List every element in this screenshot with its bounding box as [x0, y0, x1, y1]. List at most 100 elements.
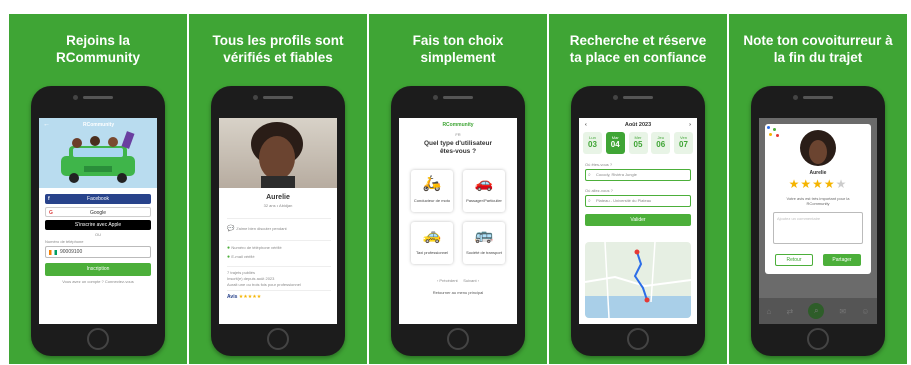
- rating-screen-overlay: Aurelie ★★★★★ Votre avis est très import…: [759, 118, 877, 324]
- search-icon: ⌕: [588, 198, 591, 204]
- home-nav-icon: ⌂: [766, 306, 772, 316]
- driver-name: Aurelie: [809, 170, 827, 176]
- panel-title: Rejoins la RCommunity: [56, 33, 140, 65]
- apple-signup-button[interactable]: S'inscrire avec Apple: [45, 220, 151, 230]
- profile-photo: [219, 118, 337, 188]
- signup-screen: ← RCommunity f Facebook G Google S'inscr…: [39, 118, 157, 324]
- back-button[interactable]: Retour: [775, 254, 813, 266]
- to-input[interactable]: ⌕ Plateau - Université du Plateau: [585, 195, 691, 207]
- star-rating-icon: ★★★★★: [238, 294, 262, 300]
- option-taxi[interactable]: 🚕 Taxi professionnel: [411, 222, 453, 264]
- panel-title: Recherche et réserve ta place en confian…: [569, 33, 707, 65]
- day-item[interactable]: Mer 05: [628, 132, 648, 154]
- profile-portrait: [251, 122, 303, 188]
- panel-user-type: Fais ton choix simplement RCommunity FR …: [369, 14, 547, 364]
- panel-search: Recherche et réserve ta place en confian…: [549, 14, 727, 364]
- panel-title: Note ton covoiturreur à la fin du trajet: [743, 33, 893, 65]
- home-button: [807, 328, 829, 350]
- star-icon[interactable]: ★: [824, 177, 836, 191]
- star-icon[interactable]: ★: [789, 177, 801, 191]
- google-icon: G: [49, 210, 53, 216]
- chat-icon: 💬: [227, 226, 235, 232]
- star-rating-input[interactable]: ★★★★★: [765, 177, 871, 191]
- phone-label: Numéro de téléphone: [45, 239, 84, 244]
- speaker-grille: [83, 96, 113, 99]
- search-screen: ‹ Août 2023 › Lun 03 Mar 04 Mer 05 Jeu 06 Ve…: [579, 118, 697, 324]
- next-button[interactable]: Suivant ›: [463, 278, 479, 283]
- phone-mockup: ‹ Août 2023 › Lun 03 Mar 04 Mer 05 Jeu 06 Ve…: [571, 86, 705, 356]
- back-to-menu-link[interactable]: Retourner au menu principal: [399, 290, 517, 295]
- chevron-right-icon[interactable]: ›: [689, 122, 691, 128]
- star-icon[interactable]: ★: [836, 177, 848, 191]
- home-button: [447, 328, 469, 350]
- inscription-button[interactable]: Inscription: [45, 263, 151, 276]
- speaker-grille: [443, 96, 473, 99]
- camera-dot: [433, 95, 438, 100]
- phone-mockup: RCommunity FR Quel type d'utilisateur êt…: [391, 86, 525, 356]
- option-passenger[interactable]: 🚗 Passager/Particulier: [463, 170, 505, 212]
- comment-textarea[interactable]: Ajoutez un commentaire: [773, 212, 863, 244]
- google-signup-button[interactable]: G Google: [45, 207, 151, 217]
- star-icon[interactable]: ★: [800, 177, 812, 191]
- from-label: Où êtes-vous ?: [585, 162, 613, 167]
- car-icon: 🚗: [474, 175, 494, 192]
- panel-signup: Rejoins la RCommunity ← RCommunity f Fac…: [9, 14, 187, 364]
- day-item[interactable]: Lun 03: [583, 132, 602, 154]
- search-icon: ⌕: [588, 172, 591, 178]
- profile-subtitle: 32 ans • Abidjan: [263, 203, 293, 208]
- verification-list: ● Numéro de téléphone vérifié ● E-mail v…: [227, 240, 331, 260]
- rating-row[interactable]: Avis ★★★★★: [227, 290, 331, 300]
- login-link[interactable]: Vous avez un compte ? Connectez-vous: [45, 279, 151, 284]
- option-moto[interactable]: 🛵 Conducteur de moto: [411, 170, 453, 212]
- profile-name: Aurelie: [266, 194, 290, 201]
- from-input[interactable]: ⌕ Cocody, Riviéra Jungle: [585, 169, 691, 181]
- confetti-dots: [767, 126, 781, 140]
- camera-dot: [73, 95, 78, 100]
- day-item-selected[interactable]: Mar 04: [605, 132, 625, 154]
- user-type-question: Quel type d'utilisateur êtes-vous ?: [423, 140, 492, 155]
- month-header: ‹ Août 2023 ›: [585, 122, 691, 128]
- phone-mockup: Aurelie ★★★★★ Votre avis est très import…: [751, 86, 885, 356]
- phone-input[interactable]: 90009100: [45, 246, 151, 258]
- home-button: [87, 328, 109, 350]
- facebook-signup-button[interactable]: f Facebook: [45, 194, 151, 204]
- car-illustration: [61, 131, 135, 183]
- speaker-grille: [803, 96, 833, 99]
- speaker-grille: [263, 96, 293, 99]
- camera-dot: [793, 95, 798, 100]
- bus-icon: 🚌: [474, 227, 494, 244]
- previous-button[interactable]: ‹ Précédent: [437, 278, 458, 283]
- route-map[interactable]: [585, 242, 691, 318]
- home-button: [627, 328, 649, 350]
- speaker-grille: [623, 96, 653, 99]
- panel-title: Tous les profils sont vérifiés et fiable…: [212, 33, 344, 65]
- moto-icon: 🛵: [422, 175, 442, 192]
- day-picker: Lun 03 Mar 04 Mer 05 Jeu 06 Ven 07: [583, 132, 693, 154]
- validate-button[interactable]: Valider: [585, 214, 691, 226]
- chevron-left-icon[interactable]: ‹: [585, 122, 587, 128]
- share-button[interactable]: Partager: [823, 254, 861, 266]
- option-transport-company[interactable]: 🚌 Société de transport: [463, 222, 505, 264]
- rating-message: Votre avis est très important pour la RC…: [786, 196, 850, 206]
- profile-screen: Aurelie 32 ans • Abidjan 💬 J'aime bien d…: [219, 118, 337, 324]
- panel-title: Fais ton choix simplement: [412, 33, 504, 65]
- hero-illustration: ← RCommunity: [39, 118, 157, 188]
- panel-rating: Note ton covoiturreur à la fin du trajet…: [729, 14, 907, 364]
- bottom-nav-dimmed: ⌂ ⇄ ⌕ ✉ ☺: [759, 298, 877, 324]
- to-label: Où allez-vous ?: [585, 188, 613, 193]
- day-item[interactable]: Jeu 06: [651, 132, 671, 154]
- driver-avatar: [800, 130, 836, 166]
- flag-icon: [49, 250, 57, 255]
- map-illustration: [585, 242, 691, 318]
- user-type-screen: RCommunity FR Quel type d'utilisateur êt…: [399, 118, 517, 324]
- camera-dot: [253, 95, 258, 100]
- app-logo: RCommunity: [442, 122, 474, 128]
- phone-mockup: Aurelie 32 ans • Abidjan 💬 J'aime bien d…: [211, 86, 345, 356]
- pagination-controls: ‹ Précédent Suivant ›: [399, 278, 517, 284]
- language-selector[interactable]: FR: [399, 132, 517, 137]
- day-item[interactable]: Ven 07: [674, 132, 693, 154]
- check-icon: ●: [227, 254, 231, 260]
- star-icon[interactable]: ★: [812, 177, 824, 191]
- profile-stats: 7 trajets publiés Inscrit(e) depuis août…: [227, 266, 331, 288]
- chevron-right-icon: ›: [477, 278, 480, 283]
